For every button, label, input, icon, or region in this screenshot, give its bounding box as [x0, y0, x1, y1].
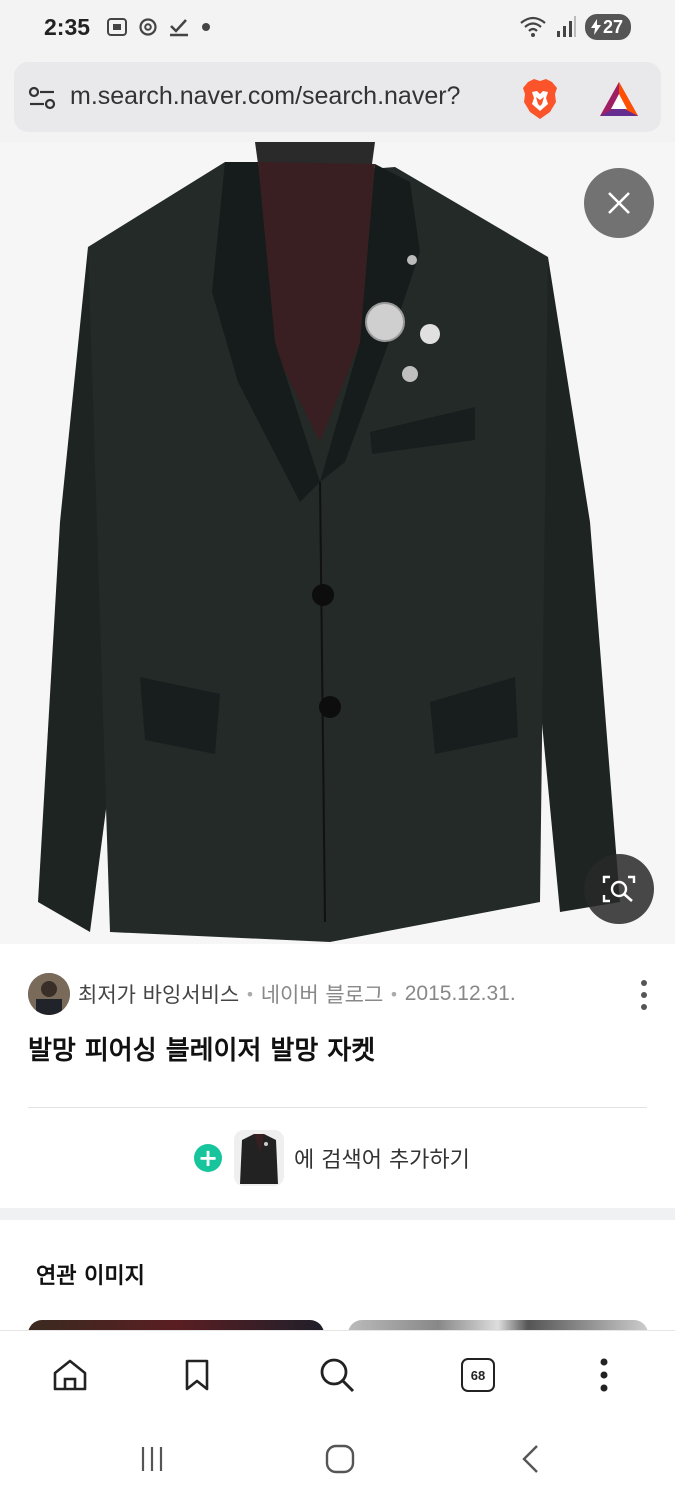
back-icon: [522, 1445, 538, 1473]
browser-url-area: m.search.naver.com/search.naver?: [0, 58, 675, 142]
divider: [28, 1107, 647, 1108]
system-home-button[interactable]: [320, 1442, 360, 1476]
notification-icons: [106, 17, 212, 37]
add-to-search-button[interactable]: + 에 검색어 추가하기: [194, 1130, 470, 1186]
charging-icon: [590, 19, 601, 35]
separator-dot: •: [389, 984, 399, 1004]
status-time: 2:35: [44, 14, 91, 40]
related-images-heading: 연관 이미지: [36, 1264, 145, 1289]
result-meta: 최저가 바잉서비스 • 네이버 블로그 • 2015.12.31.: [28, 972, 658, 1016]
system-back-button[interactable]: [510, 1442, 550, 1476]
signal-icon: [556, 16, 576, 37]
bookmark-button[interactable]: [177, 1355, 217, 1395]
author-name[interactable]: 최저가 바잉서비스: [78, 979, 239, 1009]
url-text[interactable]: m.search.naver.com/search.naver?: [70, 82, 502, 111]
more-vertical-icon: [600, 1358, 608, 1392]
plus-icon: +: [194, 1144, 222, 1172]
tabs-button[interactable]: 68: [458, 1355, 498, 1395]
check-icon: [170, 19, 188, 37]
more-options-icon[interactable]: [634, 978, 654, 1012]
close-icon: [608, 192, 630, 214]
home-button[interactable]: [50, 1355, 90, 1395]
author-avatar[interactable]: [28, 973, 70, 1015]
section-separator: [0, 1208, 675, 1220]
brave-shields-icon[interactable]: [520, 78, 560, 120]
recent-apps-button[interactable]: [132, 1442, 172, 1476]
screenshot-icon: [107, 18, 127, 36]
search-result-image[interactable]: [0, 142, 675, 944]
tab-count: 68: [461, 1358, 495, 1392]
system-icons: 27: [519, 14, 631, 40]
post-date: 2015.12.31.: [404, 982, 516, 1005]
browser-toolbar: 68: [0, 1330, 675, 1422]
recent-apps-icon: [141, 1447, 163, 1471]
search-button[interactable]: [317, 1355, 357, 1395]
url-bar[interactable]: m.search.naver.com/search.naver?: [14, 62, 661, 132]
separator-dot: •: [245, 984, 255, 1004]
home-icon: [53, 1359, 87, 1391]
battery-level: 27: [602, 16, 623, 37]
system-nav-bar: [0, 1422, 675, 1500]
battery-indicator: 27: [584, 14, 631, 40]
bookmark-icon: [185, 1359, 209, 1391]
blazer-photo: [0, 142, 675, 944]
result-title[interactable]: 발망 피어싱 블레이저 발망 자켓: [28, 1030, 375, 1067]
threads-icon: [139, 18, 157, 36]
source-name[interactable]: 네이버 블로그: [261, 979, 384, 1009]
status-bar: 2:35 27: [0, 0, 675, 58]
menu-button[interactable]: [584, 1355, 624, 1395]
image-search-button[interactable]: [584, 854, 654, 924]
system-home-icon: [325, 1444, 355, 1474]
wifi-icon: [520, 16, 546, 37]
result-thumbnail: [234, 1130, 284, 1186]
search-icon: [320, 1358, 355, 1393]
image-search-icon: [602, 875, 636, 903]
brave-rewards-icon[interactable]: [598, 80, 640, 118]
site-settings-icon[interactable]: [28, 84, 56, 112]
dot-icon: [202, 23, 210, 31]
add-to-search-label: 에 검색어 추가하기: [294, 1148, 470, 1173]
close-button[interactable]: [584, 168, 654, 238]
